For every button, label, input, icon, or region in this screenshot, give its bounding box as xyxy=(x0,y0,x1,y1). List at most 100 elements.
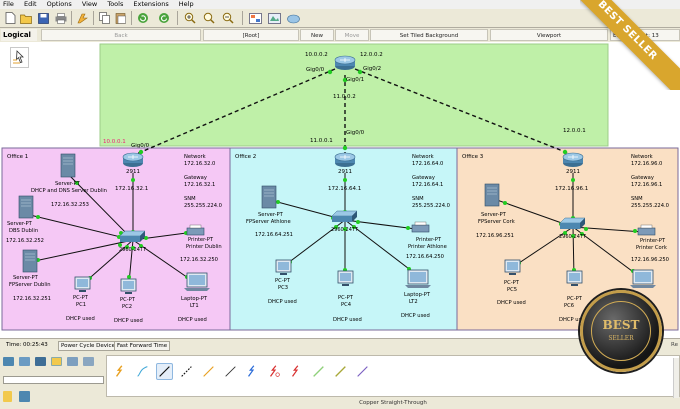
copper-cross-over-icon[interactable] xyxy=(178,363,195,380)
office3-pc6-name: PC6 xyxy=(564,303,574,309)
office2-router-model: 2911 xyxy=(338,169,352,175)
best-seller-ribbon: BEST SELLER xyxy=(580,0,680,90)
usb-cable-icon[interactable] xyxy=(354,363,371,380)
office1-pc2-name: PC2 xyxy=(122,304,132,310)
svg-text:172.16.96.1: 172.16.96.1 xyxy=(631,182,662,188)
office2-wan-port: Gig0/0 xyxy=(346,130,365,136)
connections-category-icon[interactable] xyxy=(51,357,62,366)
menu-view[interactable]: View xyxy=(82,0,97,8)
menu-file[interactable]: File xyxy=(3,0,14,8)
office2-switch-icon[interactable] xyxy=(331,210,358,222)
fiber-cable-icon[interactable] xyxy=(200,363,217,380)
office2-pc3-type: PC-PT xyxy=(275,278,291,284)
svg-text:SNM: SNM xyxy=(631,196,643,202)
drawing-palette-icon[interactable] xyxy=(248,11,263,25)
office1-wan-port: Gig0/0 xyxy=(131,143,150,149)
main-toolbar xyxy=(0,9,680,28)
svg-text:SNM: SNM xyxy=(184,196,196,202)
office2-laptop-icon[interactable] xyxy=(405,269,431,288)
svg-text:255.255.224.0: 255.255.224.0 xyxy=(184,203,222,209)
serial-dte-icon[interactable] xyxy=(288,363,305,380)
redo-icon[interactable] xyxy=(156,11,171,25)
menu-extensions[interactable]: Extensions xyxy=(133,0,168,8)
undo-icon[interactable] xyxy=(135,11,150,25)
lightning-connection-icon[interactable] xyxy=(3,391,12,402)
connection-panel-scrollbar[interactable] xyxy=(673,358,679,398)
end-devices-category-icon[interactable] xyxy=(67,357,78,366)
routers-category-icon[interactable] xyxy=(3,357,14,366)
svg-text:172.16.32.1: 172.16.32.1 xyxy=(184,182,215,188)
office1-printer-type: Printer-PT xyxy=(188,237,214,243)
menu-tools[interactable]: Tools xyxy=(107,0,123,8)
new-cluster-button[interactable]: New Cluster xyxy=(300,29,334,51)
hubs-category-icon[interactable] xyxy=(35,357,46,366)
menu-options[interactable]: Options xyxy=(47,0,72,8)
set-tiled-background-button[interactable]: Set Tiled Background xyxy=(370,29,488,41)
office3-router-icon[interactable] xyxy=(562,152,584,167)
zoom-reset-icon[interactable] xyxy=(201,11,216,25)
svg-text:255.255.224.0: 255.255.224.0 xyxy=(631,203,669,209)
office1-dhcp-server-type: Server-PT xyxy=(55,181,81,187)
custom-device-dialog-icon[interactable] xyxy=(267,11,282,25)
network-info-icon[interactable] xyxy=(286,11,301,25)
office1-fp-server-icon[interactable] xyxy=(22,249,38,273)
console-cable-icon[interactable] xyxy=(134,363,151,380)
activity-wizard-icon[interactable] xyxy=(75,11,90,25)
switches-category-icon[interactable] xyxy=(19,357,30,366)
office1-router-ip: 172.16.32.1 xyxy=(115,186,148,192)
office1-dbs-server-icon[interactable] xyxy=(18,195,34,219)
iot-custom-cable-icon[interactable] xyxy=(332,363,349,380)
open-folder-icon[interactable] xyxy=(19,11,34,25)
logical-workspace-canvas[interactable]: 10.0.0.2 12.0.0.2 Gig0/0 Gig0/2 Gig0/1 1… xyxy=(0,42,680,338)
office3-switch-icon[interactable] xyxy=(559,217,586,229)
serial-dce-icon[interactable] xyxy=(266,363,283,380)
selected-connection-label: Copper Straight-Through xyxy=(359,400,427,406)
zoom-in-icon[interactable] xyxy=(182,11,197,25)
back-button[interactable]: Back xyxy=(41,29,201,41)
office1-pc1-ip: DHCP used xyxy=(66,316,95,322)
core-port-gig02: Gig0/2 xyxy=(363,66,381,72)
fast-forward-time-button[interactable]: Fast Forward Time xyxy=(114,341,171,351)
save-icon[interactable] xyxy=(36,11,51,25)
office1-laptop-icon[interactable] xyxy=(184,272,210,291)
zoom-out-icon[interactable] xyxy=(220,11,235,25)
core-router-icon[interactable] xyxy=(334,55,356,70)
multiuser-icon[interactable] xyxy=(19,391,30,402)
office3-printer-name: Printer Cork xyxy=(636,245,667,251)
menu-edit[interactable]: Edit xyxy=(24,0,37,8)
office1-laptop-name: LT1 xyxy=(190,303,199,309)
power-cycle-devices-button[interactable]: Power Cycle Devices xyxy=(58,341,121,351)
move-object-button[interactable]: Move Object xyxy=(335,29,369,51)
copy-icon[interactable] xyxy=(97,11,112,25)
office2-fp-server-icon[interactable] xyxy=(261,185,277,209)
office1-pc2-ip: DHCP used xyxy=(114,318,143,324)
print-icon[interactable] xyxy=(53,11,68,25)
core-port-gig01: Gig0/1 xyxy=(346,77,364,83)
office1-dhcp-server-ip: 172.16.32.253 xyxy=(51,202,89,208)
automatic-connection-icon[interactable] xyxy=(112,363,129,380)
office1-switch-icon[interactable] xyxy=(119,230,146,242)
coaxial-cable-icon[interactable] xyxy=(244,363,261,380)
office3-fp-server-icon[interactable] xyxy=(484,183,500,207)
office2-printer-name: Printer Athlone xyxy=(408,244,447,250)
wireless-category-icon[interactable] xyxy=(83,357,94,366)
copper-straight-through-icon[interactable] xyxy=(156,363,173,380)
office1-dhcp-server-icon[interactable] xyxy=(60,153,76,178)
core-ip-left: 10.0.0.2 xyxy=(305,52,328,58)
best-seller-badge: BEST SELLER xyxy=(580,290,662,372)
device-subcategory-field[interactable] xyxy=(3,376,104,384)
new-file-icon[interactable] xyxy=(3,11,18,25)
realtime-mode-label[interactable]: Re xyxy=(671,339,678,352)
office2-router-icon[interactable] xyxy=(334,152,356,167)
octal-cable-icon[interactable] xyxy=(310,363,327,380)
realtime-status-bar: Time: 00:25:43 Power Cycle Devices Fast … xyxy=(0,338,680,352)
logical-workspace-tab[interactable]: Logical xyxy=(1,29,37,41)
office3-laptop-icon[interactable] xyxy=(630,269,656,288)
root-breadcrumb[interactable]: [Root] xyxy=(203,29,299,41)
paste-icon[interactable] xyxy=(113,11,128,25)
office1-switch-model: 2960-24TT xyxy=(119,247,147,253)
svg-text:255.255.224.0: 255.255.224.0 xyxy=(412,203,450,209)
menu-help[interactable]: Help xyxy=(179,0,194,8)
office1-router-icon[interactable] xyxy=(122,152,144,167)
phone-cable-icon[interactable] xyxy=(222,363,239,380)
